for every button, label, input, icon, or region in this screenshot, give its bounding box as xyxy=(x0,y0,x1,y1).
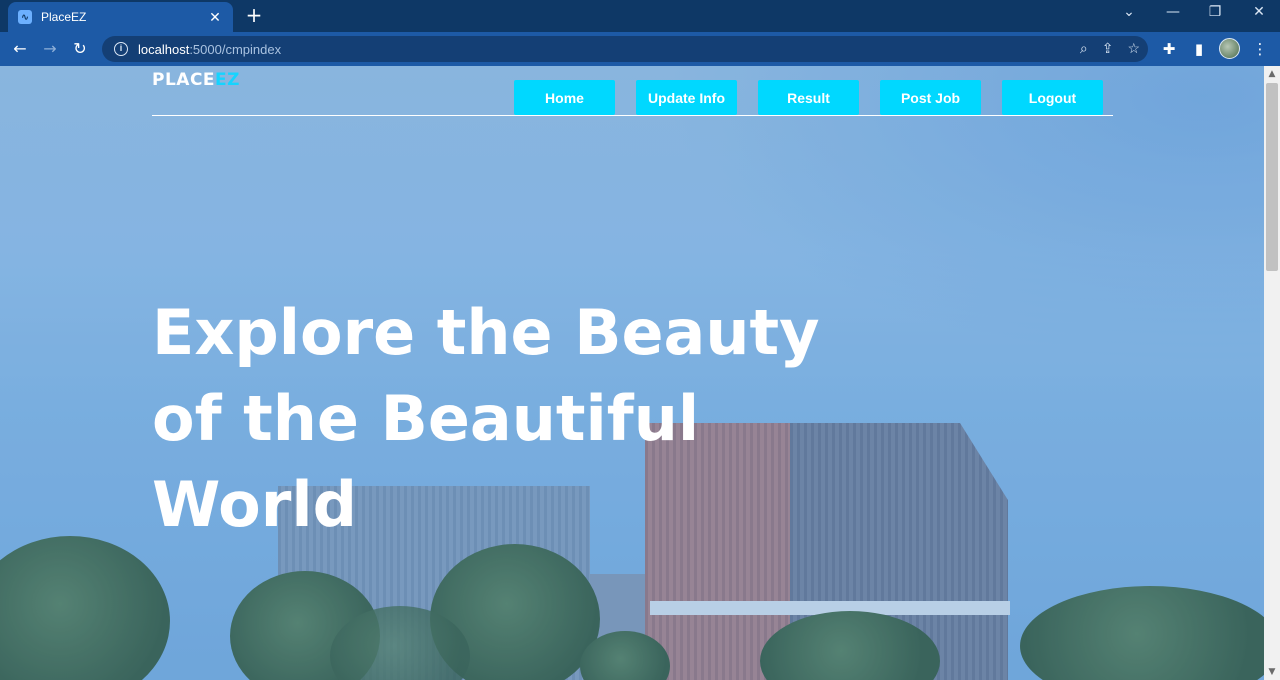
nav-post-job-button[interactable]: Post Job xyxy=(880,80,981,115)
nav-menu: Home Update Info Result Post Job Logout xyxy=(514,80,1103,115)
logo-text-place: PLACE xyxy=(152,70,216,90)
address-bar[interactable]: i localhost:5000/cmpindex ⌕ ⇪ ☆ xyxy=(102,36,1148,62)
nav-home-button[interactable]: Home xyxy=(514,80,615,115)
vertical-scrollbar[interactable]: ▲ ▼ xyxy=(1264,66,1280,680)
back-arrow-icon[interactable]: ← xyxy=(9,38,31,60)
scroll-up-arrow-icon[interactable]: ▲ xyxy=(1264,66,1280,82)
minimize-button[interactable]: — xyxy=(1158,4,1188,20)
site-info-icon[interactable]: i xyxy=(114,42,128,56)
page-viewport: PLACEEZ Home Update Info Result Post Job… xyxy=(0,66,1264,680)
bookmark-star-icon[interactable]: ☆ xyxy=(1127,40,1140,57)
site-header: PLACEEZ Home Update Info Result Post Job… xyxy=(152,66,1113,116)
close-window-button[interactable]: ✕ xyxy=(1244,4,1274,20)
browser-tab[interactable]: ∿ PlaceEZ ✕ xyxy=(8,2,233,32)
share-icon[interactable]: ⇪ xyxy=(1102,40,1114,57)
logo-text-ez: EZ xyxy=(215,70,240,90)
nav-logout-button[interactable]: Logout xyxy=(1002,80,1103,115)
nav-result-button[interactable]: Result xyxy=(758,80,859,115)
scroll-thumb[interactable] xyxy=(1266,83,1278,271)
menu-kebab-icon[interactable]: ⋮ xyxy=(1250,40,1270,58)
nav-update-info-button[interactable]: Update Info xyxy=(636,80,737,115)
new-tab-button[interactable]: + xyxy=(243,5,265,27)
url-path: :5000/cmpindex xyxy=(189,41,282,57)
site-logo[interactable]: PLACEEZ xyxy=(152,70,240,90)
forward-arrow-icon[interactable]: → xyxy=(39,38,61,60)
restore-button[interactable]: ❐ xyxy=(1200,4,1230,20)
placeez-favicon-icon: ∿ xyxy=(18,10,32,24)
hero-title: Explore the Beauty of the Beautiful Worl… xyxy=(152,296,820,541)
extensions-icon[interactable]: ✚ xyxy=(1159,40,1179,58)
zoom-icon[interactable]: ⌕ xyxy=(1080,40,1088,57)
scroll-down-arrow-icon[interactable]: ▼ xyxy=(1264,664,1280,680)
tab-close-icon[interactable]: ✕ xyxy=(207,9,223,26)
side-panel-icon[interactable]: ▮ xyxy=(1189,40,1209,58)
tab-search-icon[interactable]: ⌄ xyxy=(1114,4,1144,20)
tab-title: PlaceEZ xyxy=(41,10,87,24)
profile-avatar[interactable] xyxy=(1219,38,1240,59)
browser-tab-strip: ∿ PlaceEZ ✕ + ⌄ — ❐ ✕ xyxy=(0,0,1280,32)
browser-toolbar: ← → ↻ i localhost:5000/cmpindex ⌕ ⇪ ☆ ✚ … xyxy=(0,32,1280,66)
url-host: localhost xyxy=(138,41,190,57)
reload-icon[interactable]: ↻ xyxy=(69,38,91,60)
